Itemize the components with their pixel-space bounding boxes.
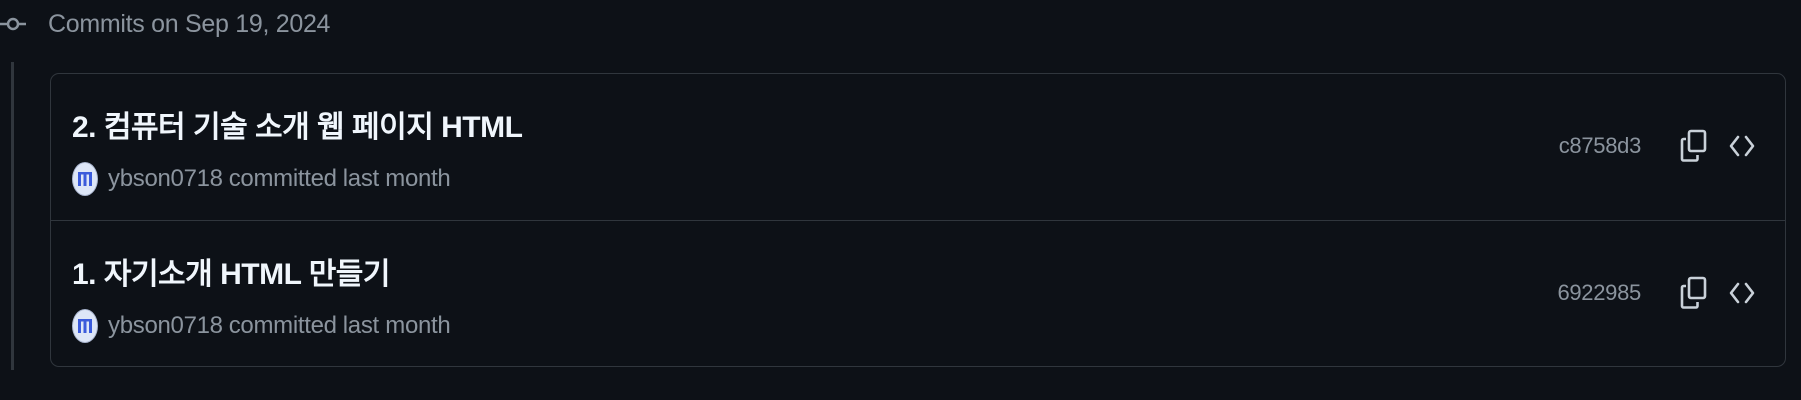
commit-sha-link[interactable]: c8758d3: [1559, 133, 1642, 159]
commit-row: 2. 컴퓨터 기술 소개 웹 페이지 HTML ybson0718 commit…: [51, 74, 1785, 220]
commit-meta: ybson0718 committed last month: [72, 309, 451, 343]
git-commit-icon: [0, 17, 26, 31]
commit-list: 2. 컴퓨터 기술 소개 웹 페이지 HTML ybson0718 commit…: [50, 73, 1786, 367]
copy-sha-button[interactable]: [1677, 128, 1711, 164]
commit-actions: 6922985: [1557, 275, 1759, 311]
avatar-identicon-icon: [78, 319, 92, 333]
commit-meta: ybson0718 committed last month: [72, 162, 451, 196]
code-icon: [1729, 135, 1755, 157]
copy-icon: [1680, 276, 1707, 309]
timeline-line: [11, 62, 14, 370]
copy-icon: [1680, 129, 1707, 162]
avatar[interactable]: [72, 309, 98, 343]
commit-row: 1. 자기소개 HTML 만들기 ybson0718 committed las…: [51, 220, 1785, 366]
commit-verb: committed: [228, 312, 337, 339]
commit-actions: c8758d3: [1559, 128, 1759, 164]
commit-day-label: Commits on Sep 19, 2024: [48, 10, 331, 38]
commit-time: last month: [342, 312, 451, 339]
avatar[interactable]: [72, 162, 98, 196]
browse-files-button[interactable]: [1725, 128, 1759, 164]
avatar-identicon-icon: [78, 172, 92, 186]
commit-history-page: Commits on Sep 19, 2024 2. 컴퓨터 기술 소개 웹 페…: [0, 0, 1801, 400]
commit-title-link[interactable]: 2. 컴퓨터 기술 소개 웹 페이지 HTML: [72, 102, 523, 146]
copy-sha-button[interactable]: [1677, 275, 1711, 311]
code-icon: [1729, 282, 1755, 304]
commit-author-link[interactable]: ybson0718: [108, 312, 223, 340]
commit-time: last month: [342, 165, 451, 192]
commit-author-link[interactable]: ybson0718: [108, 165, 223, 193]
browse-files-button[interactable]: [1725, 275, 1759, 311]
commit-verb: committed: [228, 165, 337, 192]
commit-sha-link[interactable]: 6922985: [1557, 280, 1641, 306]
commit-title-link[interactable]: 1. 자기소개 HTML 만들기: [72, 249, 391, 293]
